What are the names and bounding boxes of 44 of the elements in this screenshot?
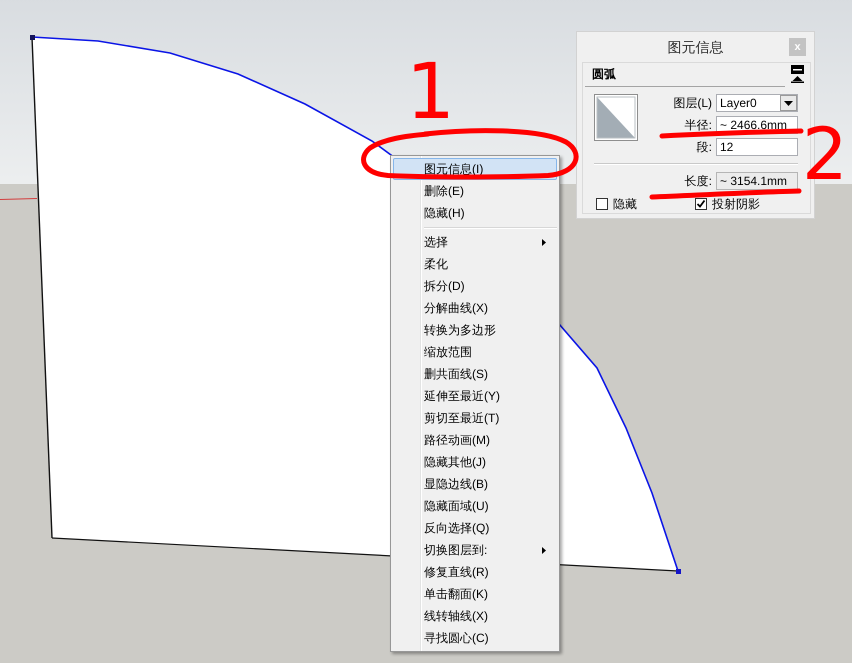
menu-item[interactable]: 路径动画(M) [393,429,557,451]
menu-item[interactable]: 切换图层到: [393,539,557,561]
panel-title: 图元信息 [668,38,724,56]
checkbox-label: 隐藏 [613,197,637,211]
menu-item[interactable]: 显隐边线(B) [393,473,557,495]
menu-item[interactable]: 剪切至最近(T) [393,407,557,429]
checkbox[interactable] [596,198,608,210]
menu-item[interactable]: 柔化 [393,253,557,275]
field-label: 图层(L) [673,96,712,110]
input-field[interactable]: 12 [716,138,798,156]
menu-item[interactable]: 反向选择(Q) [393,517,557,539]
section-title: 圆弧 [592,67,616,82]
menu-item[interactable]: 转换为多边形 [393,319,557,341]
vertex-icon [30,35,35,40]
submenu-arrow-icon [542,238,546,246]
menu-item[interactable]: 缩放范围 [393,341,557,363]
menu-item[interactable]: 隐藏(H) [393,202,557,224]
menu-item[interactable]: 分解曲线(X) [393,297,557,319]
menu-item[interactable]: 删除(E) [393,180,557,202]
menu-item[interactable]: 寻找圆心(C) [393,627,557,649]
menu-item[interactable]: 线转轴线(X) [393,605,557,627]
vertex-icon [676,569,681,574]
submenu-arrow-icon [542,546,546,554]
field-label: 半径: [684,118,712,132]
annotation-number: 2 [802,126,848,184]
menu-item[interactable]: 隐藏面域(U) [393,495,557,517]
menu-item[interactable]: 修复直线(R) [393,561,557,583]
caret-icon[interactable] [780,95,797,111]
menu-item[interactable]: 删共面线(S) [393,363,557,385]
readonly-field: ~ 3154.1mm [716,172,798,190]
menu-item[interactable]: 延伸至最近(Y) [393,385,557,407]
field-label: 长度: [684,174,712,188]
field-label: 段: [696,140,712,154]
collapse-icon[interactable] [791,65,804,83]
menu-item[interactable]: 隐藏其他(J) [393,451,557,473]
dropdown[interactable]: Layer0 [716,94,798,112]
menu-item[interactable]: 单击翻面(K) [393,583,557,605]
axis-line [0,198,38,200]
checkbox-label: 投射阴影 [712,197,760,211]
triangle-thumbnail-icon [594,94,638,141]
checkbox[interactable] [695,198,707,210]
annotation-number: 1 [406,62,455,124]
menu-item[interactable]: 拆分(D) [393,275,557,297]
menu-item[interactable]: 选择 [393,231,557,253]
